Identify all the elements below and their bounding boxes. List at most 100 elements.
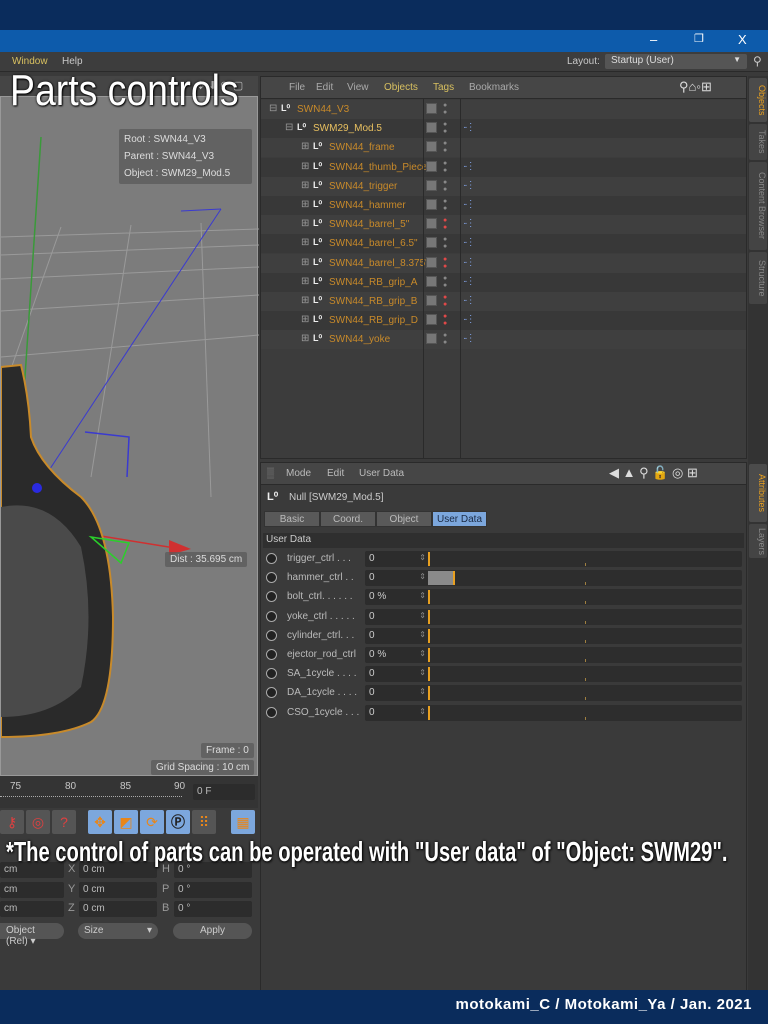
slider-knob[interactable]	[428, 628, 430, 643]
slider-knob[interactable]	[428, 705, 430, 720]
animate-icon[interactable]	[266, 572, 277, 584]
menu-view[interactable]: View	[347, 82, 369, 93]
user-data-tag-icon[interactable]: ··⋮	[463, 122, 476, 133]
layer-visibility-icon[interactable]	[426, 141, 437, 153]
collapse-icon[interactable]: ⊟	[285, 122, 293, 133]
param-slider[interactable]	[428, 685, 742, 702]
search-icon[interactable]: ⚲	[753, 54, 762, 68]
scale-icon[interactable]: ◩	[114, 810, 138, 834]
menu-tags[interactable]: Tags	[433, 82, 454, 93]
layer-visibility-icon[interactable]	[426, 218, 437, 230]
visibility-dots-icon[interactable]: ● ●	[443, 294, 448, 308]
expand-icon[interactable]: ⊞	[301, 314, 309, 325]
object-row[interactable]: ⊞ L⁰ SWN44_yoke ● ● ··⋮	[261, 330, 746, 350]
menu-file[interactable]: File	[289, 82, 305, 93]
menu-objects[interactable]: Objects	[384, 82, 418, 93]
param-slider[interactable]	[428, 704, 742, 721]
param-slider[interactable]	[428, 608, 742, 625]
visibility-dots-icon[interactable]: ● ●	[443, 140, 448, 154]
rotation-field[interactable]: 0 °	[174, 901, 252, 917]
param-value-field[interactable]: 0	[365, 666, 429, 683]
user-data-tag-icon[interactable]: ··⋮	[463, 180, 476, 191]
object-row[interactable]: ⊞ L⁰ SWN44_frame ● ●	[261, 138, 746, 158]
animate-icon[interactable]	[266, 591, 277, 603]
object-manager-tools-icons[interactable]: ⚲⌂◦⊞	[679, 79, 712, 95]
param-value-field[interactable]: 0 %	[365, 647, 429, 663]
menu-edit[interactable]: Edit	[316, 82, 333, 93]
object-row[interactable]: ⊟ L⁰ SWM29_Mod.5 ● ● ··⋮	[261, 119, 746, 139]
animate-icon[interactable]	[266, 706, 277, 718]
visibility-dots-icon[interactable]: ● ●	[443, 275, 448, 289]
side-tab-takes[interactable]: Takes	[749, 124, 767, 160]
layout-dropdown[interactable]: Startup (User) ▼	[605, 54, 747, 69]
tab-user-data[interactable]: User Data	[432, 511, 487, 527]
param-slider[interactable]	[428, 627, 742, 644]
viewport[interactable]: Root : SWN44_V3 Parent : SWN44_V3 Object…	[0, 96, 259, 776]
user-data-tag-icon[interactable]: ··⋮	[463, 257, 476, 268]
param-value-field[interactable]: 0 %	[365, 589, 429, 606]
param-value-field[interactable]: 0	[365, 570, 429, 587]
film-icon[interactable]: ▦	[231, 810, 255, 834]
layer-visibility-icon[interactable]	[426, 103, 437, 114]
object-row[interactable]: ⊞ L⁰ SWN44_RB_grip_B ● ● ··⋮	[261, 292, 746, 311]
expand-icon[interactable]: ⊞	[301, 180, 309, 191]
param-slider[interactable]	[428, 551, 742, 567]
layer-visibility-icon[interactable]	[426, 275, 437, 287]
frame-field[interactable]: 0 F	[193, 784, 255, 800]
close-button[interactable]: X	[738, 32, 747, 47]
slider-knob[interactable]	[428, 667, 430, 682]
visibility-dots-icon[interactable]: ● ●	[443, 160, 448, 174]
slider-knob[interactable]	[453, 571, 456, 586]
user-data-tag-icon[interactable]: ··⋮	[463, 218, 476, 229]
visibility-dots-icon[interactable]: ● ●	[443, 121, 448, 135]
rotate-icon[interactable]: ⟳	[140, 810, 164, 834]
timeline[interactable]: 75 80 85 90 0 F	[0, 776, 258, 808]
expand-icon[interactable]: ⊞	[301, 276, 309, 287]
animate-icon[interactable]	[266, 553, 277, 564]
side-tab-content-browser[interactable]: Content Browser	[749, 162, 767, 250]
visibility-dots-icon[interactable]: ● ●	[443, 313, 448, 327]
tab-object[interactable]: Object	[376, 511, 432, 527]
layer-visibility-icon[interactable]	[426, 160, 437, 172]
object-row[interactable]: ⊞ L⁰ SWN44_trigger ● ● ··⋮	[261, 176, 746, 196]
param-slider[interactable]	[428, 589, 742, 606]
menu-user-data[interactable]: User Data	[359, 468, 404, 479]
layer-visibility-icon[interactable]	[426, 333, 437, 345]
menu-mode[interactable]: Mode	[286, 468, 311, 479]
visibility-dots-icon[interactable]: ● ●	[443, 179, 448, 193]
expand-icon[interactable]: ⊞	[301, 141, 309, 152]
expand-icon[interactable]: ⊞	[301, 333, 309, 344]
tab-coord[interactable]: Coord.	[320, 511, 376, 527]
object-row[interactable]: ⊟ L⁰ SWN44_V3 ● ●	[261, 100, 746, 119]
side-tab-layers[interactable]: Layers	[749, 524, 767, 558]
param-value-field[interactable]: 0	[365, 685, 429, 702]
visibility-dots-icon[interactable]: ● ●	[443, 332, 448, 346]
expand-icon[interactable]: ⊞	[301, 218, 309, 229]
object-row[interactable]: ⊞ L⁰ SWN44_barrel_5" ● ● ··⋮	[261, 215, 746, 235]
layer-visibility-icon[interactable]	[426, 179, 437, 191]
size-field[interactable]: 0 cm	[79, 881, 157, 898]
attribute-nav-icons[interactable]: ◀ ▲ ⚲ 🔓 ◎ ⊞	[609, 465, 698, 481]
user-data-tag-icon[interactable]: ··⋮	[463, 295, 476, 306]
visibility-dots-icon[interactable]: ● ●	[443, 198, 448, 212]
object-row[interactable]: ⊞ L⁰ SWN44_hammer ● ● ··⋮	[261, 196, 746, 215]
side-tab-objects[interactable]: Objects	[749, 78, 767, 122]
object-row[interactable]: ⊞ L⁰ SWN44_barrel_8.375" ● ● ··⋮	[261, 253, 746, 273]
animate-icon[interactable]	[266, 610, 277, 622]
restore-button[interactable]: ❐	[694, 32, 704, 45]
object-row[interactable]: ⊞ L⁰ SWN44_RB_grip_A ● ● ··⋮	[261, 272, 746, 292]
user-data-tag-icon[interactable]: ··⋮	[463, 333, 476, 344]
menu-bookmarks[interactable]: Bookmarks	[469, 82, 519, 93]
minimize-button[interactable]: –	[650, 32, 657, 47]
layer-visibility-icon[interactable]	[426, 314, 437, 326]
slider-knob[interactable]	[428, 552, 430, 566]
slider-knob[interactable]	[428, 686, 430, 701]
visibility-dots-icon[interactable]: ● ●	[443, 236, 448, 250]
layer-visibility-icon[interactable]	[426, 237, 437, 249]
timeline-ruler[interactable]	[0, 796, 182, 802]
param-value-field[interactable]: 0	[365, 608, 429, 625]
apply-button[interactable]: Apply	[173, 923, 252, 939]
position-field[interactable]: cm	[0, 901, 64, 917]
layer-visibility-icon[interactable]	[426, 122, 437, 134]
expand-icon[interactable]: ⊞	[301, 237, 309, 248]
